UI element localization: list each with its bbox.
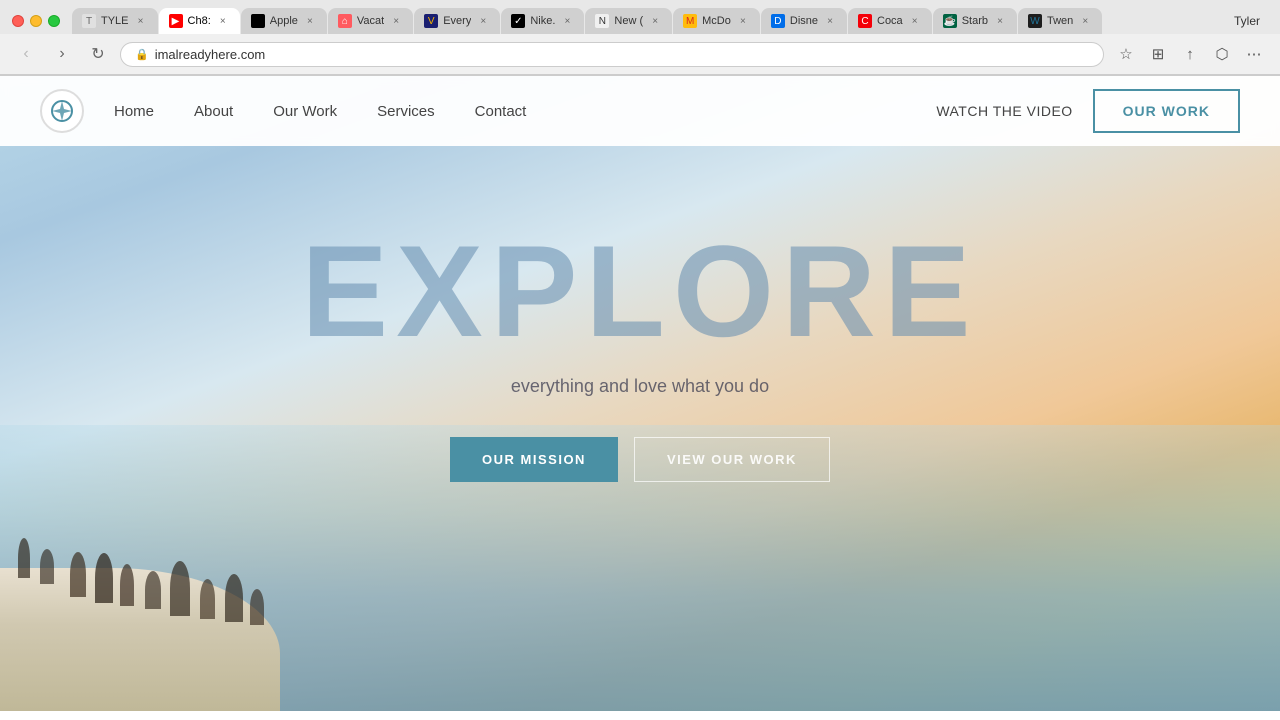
url-bar[interactable]: 🔒 imalreadyhere.com (120, 42, 1104, 67)
hero-section: EXPLORE everything and love what you do … (0, 146, 1280, 482)
tab-favicon-newt: N (595, 14, 609, 28)
person-silhouette (95, 553, 113, 603)
tab-nike[interactable]: ✓ Nike. × (501, 8, 584, 34)
tab-label-starbucks: Starb (962, 15, 988, 27)
tab-coca[interactable]: C Coca × (848, 8, 932, 34)
tab-youtube[interactable]: ▶ Ch8: × (159, 8, 240, 34)
tab-newt[interactable]: N New ( × (585, 8, 672, 34)
tab-favicon-nike: ✓ (511, 14, 525, 28)
tab-close-disney[interactable]: × (823, 14, 837, 28)
bookmark-icon[interactable]: ☆ (1112, 40, 1140, 68)
tab-mcd[interactable]: M McDo × (673, 8, 760, 34)
person-silhouette (18, 538, 30, 578)
site-logo[interactable] (40, 89, 84, 133)
tab-close-visa[interactable]: × (476, 14, 490, 28)
tab-favicon-airbnb: ⌂ (338, 14, 352, 28)
tab-label-apple: Apple (270, 15, 298, 27)
person-silhouette (225, 574, 243, 622)
person-silhouette (145, 571, 161, 609)
mission-button[interactable]: OUR MISSION (450, 437, 618, 482)
tabs-bar: TTYLE×▶Ch8:×Apple×⌂Vacat×VEvery×✓Nike.×N… (72, 8, 1226, 34)
tab-close-apple[interactable]: × (303, 14, 317, 28)
nav-about[interactable]: About (194, 103, 233, 120)
tab-label-disney: Disne (790, 15, 818, 27)
person-silhouette (40, 549, 54, 584)
extensions-icon[interactable]: ⬡ (1208, 40, 1236, 68)
tab-favicon-starbucks: ☕ (943, 14, 957, 28)
person-silhouette (170, 561, 190, 616)
tab-visa[interactable]: V Every × (414, 8, 500, 34)
tab-favicon-coca: C (858, 14, 872, 28)
tab-close-mcd[interactable]: × (736, 14, 750, 28)
user-profile[interactable]: Tyler (1226, 14, 1268, 28)
tab-label-airbnb: Vacat (357, 15, 384, 27)
tab-close-newt[interactable]: × (648, 14, 662, 28)
our-work-nav-button[interactable]: OUR WORK (1093, 89, 1240, 133)
tab-tyler[interactable]: T TYLE × (72, 8, 158, 34)
hero-tagline: everything and love what you do (511, 376, 769, 397)
person-silhouette (120, 564, 134, 606)
tab-favicon-tyler: T (82, 14, 96, 28)
nav-actions: WATCH THE VIDEO OUR WORK (936, 89, 1240, 133)
tab-favicon-visa: V (424, 14, 438, 28)
nav-services[interactable]: Services (377, 103, 435, 120)
tab-label-youtube: Ch8: (188, 15, 211, 27)
url-text: imalreadyhere.com (155, 47, 266, 62)
person-silhouette (250, 589, 264, 625)
tab-airbnb[interactable]: ⌂ Vacat × (328, 8, 413, 34)
share-icon[interactable]: ↑ (1176, 40, 1204, 68)
tab-apple[interactable]: Apple × (241, 8, 327, 34)
person-silhouette (70, 552, 86, 597)
person-silhouette (200, 579, 215, 619)
tab-close-airbnb[interactable]: × (389, 14, 403, 28)
tab-label-newt: New ( (614, 15, 643, 27)
forward-button[interactable]: › (48, 40, 76, 68)
reload-button[interactable]: ↻ (84, 40, 112, 68)
tab-twenty[interactable]: W Twen × (1018, 8, 1102, 34)
tab-close-starbucks[interactable]: × (993, 14, 1007, 28)
tab-label-twenty: Twen (1047, 15, 1073, 27)
tab-label-visa: Every (443, 15, 471, 27)
address-bar: ‹ › ↻ 🔒 imalreadyhere.com ☆ ⊞ ↑ ⬡ ⋯ (0, 34, 1280, 75)
watch-video-button[interactable]: WATCH THE VIDEO (936, 103, 1072, 119)
back-button[interactable]: ‹ (12, 40, 40, 68)
menu-icon[interactable]: ⋯ (1240, 40, 1268, 68)
hero-title: EXPLORE (301, 226, 978, 356)
tab-close-twenty[interactable]: × (1078, 14, 1092, 28)
nav-contact[interactable]: Contact (475, 103, 527, 120)
tab-label-tyler: TYLE (101, 15, 129, 27)
main-nav: Home About Our Work Services Contact (114, 103, 936, 120)
reading-list-icon[interactable]: ⊞ (1144, 40, 1172, 68)
maximize-button[interactable] (48, 15, 60, 27)
close-button[interactable] (12, 15, 24, 27)
tab-disney[interactable]: D Disne × (761, 8, 847, 34)
minimize-button[interactable] (30, 15, 42, 27)
nav-home[interactable]: Home (114, 103, 154, 120)
tab-label-coca: Coca (877, 15, 903, 27)
view-work-button[interactable]: VIEW OUR WORK (634, 437, 830, 482)
tab-favicon-apple (251, 14, 265, 28)
tab-close-tyler[interactable]: × (134, 14, 148, 28)
tab-favicon-twenty: W (1028, 14, 1042, 28)
tab-favicon-mcd: M (683, 14, 697, 28)
tab-starbucks[interactable]: ☕ Starb × (933, 8, 1017, 34)
tab-favicon-disney: D (771, 14, 785, 28)
tab-close-coca[interactable]: × (908, 14, 922, 28)
nav-our-work[interactable]: Our Work (273, 103, 337, 120)
toolbar-icons: ☆ ⊞ ↑ ⬡ ⋯ (1112, 40, 1268, 68)
lock-icon: 🔒 (135, 48, 149, 61)
tab-label-nike: Nike. (530, 15, 555, 27)
website-content: Home About Our Work Services Contact WAT… (0, 76, 1280, 711)
navigation-bar: Home About Our Work Services Contact WAT… (0, 76, 1280, 146)
tab-label-mcd: McDo (702, 15, 731, 27)
tab-close-nike[interactable]: × (560, 14, 574, 28)
traffic-lights (12, 15, 60, 27)
tab-favicon-youtube: ▶ (169, 14, 183, 28)
hero-buttons: OUR MISSION VIEW OUR WORK (450, 437, 830, 482)
tab-close-youtube[interactable]: × (216, 14, 230, 28)
